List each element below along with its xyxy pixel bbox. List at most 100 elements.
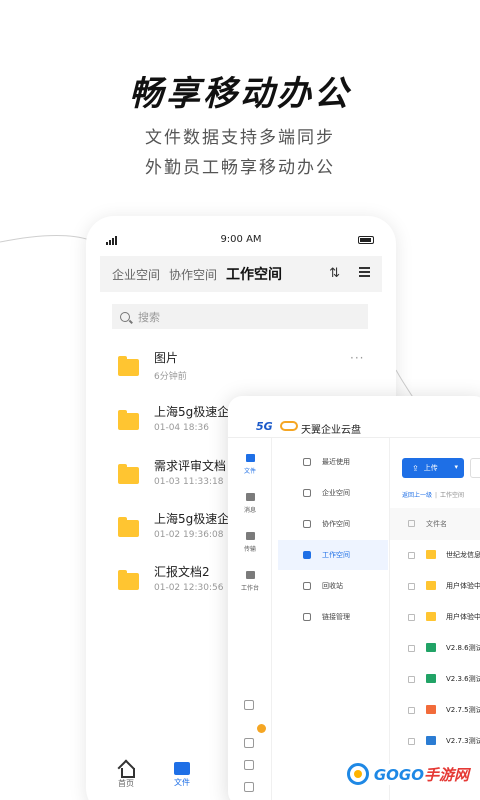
more-icon[interactable]: ··· (350, 351, 364, 365)
transfer-icon (245, 532, 255, 540)
sidebar-item-recent[interactable]: 最近使用 (278, 447, 388, 477)
file-browser: ⇪ 上传 ▾ 返回上一级 | 工作空间 文件名 世纪龙信息 用户体验中 用户体验中 (390, 438, 480, 800)
row-file-name: V2.3.6测试 (446, 675, 480, 683)
sidebar-item-workspace[interactable]: 工作空间 (278, 540, 388, 570)
nav-home-label: 首页 (118, 779, 134, 788)
rail-label: 消息 (243, 507, 256, 514)
table-row[interactable]: V2.3.6测试 (390, 664, 480, 695)
rail-item-messages[interactable]: 消息 (228, 493, 272, 514)
sidebar-item-trash[interactable]: 回收站 (278, 571, 388, 601)
chat-icon[interactable] (244, 738, 254, 748)
nav-files-label: 文件 (174, 778, 190, 787)
breadcrumb-back-link[interactable]: 返回上一级 (402, 492, 432, 499)
message-icon (245, 493, 255, 501)
breadcrumb-current: 工作空间 (440, 492, 465, 499)
menu-icon[interactable] (359, 267, 370, 277)
file-meta: 01-02 19:36:08 (154, 530, 224, 540)
table-row[interactable]: V2.7.3测试 (390, 726, 480, 757)
folder-icon (426, 612, 436, 621)
users-icon (303, 520, 311, 528)
file-meta: 01-03 11:33:18 (154, 477, 224, 487)
grid-icon (245, 571, 255, 579)
row-checkbox[interactable] (408, 614, 415, 621)
sidebar-item-label: 最近使用 (322, 458, 350, 466)
folder-icon (245, 454, 255, 462)
shield-icon (303, 489, 311, 497)
cloud-upload-icon[interactable] (244, 700, 254, 710)
row-checkbox[interactable] (408, 645, 415, 652)
select-all-checkbox[interactable] (408, 520, 415, 527)
search-icon (120, 311, 130, 322)
link-icon (303, 613, 311, 621)
settings-icon[interactable] (244, 782, 254, 792)
secondary-button[interactable] (470, 458, 480, 478)
clock-icon (303, 458, 311, 466)
file-name: 图片 (154, 351, 179, 365)
folder-icon (118, 570, 139, 590)
app-header: 5G 天翼企业云盘 (228, 396, 480, 438)
rail-item-transfer[interactable]: 传输 (228, 532, 272, 553)
tab-collab-space[interactable]: 协作空间 (169, 266, 217, 283)
chevron-down-icon: ▾ (454, 463, 458, 471)
sidebar-item-collab[interactable]: 协作空间 (278, 509, 388, 539)
row-file-name: 用户体验中 (446, 582, 480, 590)
rail-label: 工作台 (240, 585, 259, 592)
search-input[interactable]: 搜索 (112, 304, 368, 329)
row-checkbox[interactable] (408, 552, 415, 559)
folder-icon (118, 464, 139, 484)
row-checkbox[interactable] (408, 738, 415, 745)
table-header: 文件名 (390, 508, 480, 540)
table-row[interactable]: V2.7.5测试 (390, 695, 480, 726)
sidebar-menu: 最近使用 企业空间 协作空间 工作空间 回收站 链接管理 (278, 438, 390, 800)
file-name: 需求评审文档 (154, 459, 227, 473)
sort-icon[interactable]: ⇅ (329, 266, 340, 281)
home-icon (119, 762, 135, 778)
table-row[interactable]: 世纪龙信息 (390, 540, 480, 571)
sidebar-item-enterprise[interactable]: 企业空间 (278, 478, 388, 508)
upload-button[interactable]: ⇪ 上传 ▾ (402, 458, 464, 478)
battery-icon (358, 236, 374, 244)
folder-icon (118, 517, 139, 537)
table-row[interactable]: 用户体验中 (390, 602, 480, 633)
row-file-name: 用户体验中 (446, 613, 480, 621)
sun-icon[interactable] (257, 724, 266, 733)
watermark-brand: GOGO (373, 765, 424, 784)
row-file-name: V2.7.5测试 (446, 706, 480, 714)
watermark-text: GOGO手游网 (370, 763, 472, 785)
hero-subtitle-line2: 外勤员工畅享移动办公 (145, 158, 335, 178)
rail-item-files[interactable]: 文件 (228, 454, 272, 475)
file-meta: 01-04 18:36 (154, 423, 209, 433)
row-checkbox[interactable] (408, 583, 415, 590)
list-item[interactable]: 图片 6分钟前 ··· (116, 349, 376, 399)
row-file-name: V2.7.3测试 (446, 737, 480, 745)
nav-home[interactable]: 首页 (106, 762, 146, 789)
tab-work-space[interactable]: 工作空间 (226, 264, 282, 284)
nav-files[interactable]: 文件 (162, 762, 202, 788)
row-checkbox[interactable] (408, 676, 415, 683)
row-checkbox[interactable] (408, 707, 415, 714)
sidebar-item-label: 回收站 (322, 582, 343, 590)
sidebar-item-label: 链接管理 (322, 613, 350, 621)
bookmark-icon[interactable] (244, 760, 254, 770)
sidebar-item-links[interactable]: 链接管理 (278, 602, 388, 632)
cloud-logo-icon (280, 421, 298, 431)
table-row[interactable]: 用户体验中 (390, 571, 480, 602)
watermark-suffix: 手游网 (423, 765, 469, 784)
sidebar-item-label: 企业空间 (322, 489, 350, 497)
rail-item-workbench[interactable]: 工作台 (228, 571, 272, 592)
folder-icon (426, 581, 436, 590)
app-name: 天翼企业云盘 (301, 425, 361, 436)
file-meta: 01-02 12:30:56 (154, 583, 224, 593)
folder-icon (118, 410, 139, 430)
icon-rail: 文件 消息 传输 工作台 (228, 438, 272, 800)
file-meta: 6分钟前 (154, 372, 187, 382)
excel-file-icon (426, 674, 436, 683)
folder-icon (118, 356, 139, 376)
table-row[interactable]: V2.8.6测试 (390, 633, 480, 664)
drive-icon (303, 551, 311, 559)
search-placeholder: 搜索 (138, 310, 160, 324)
hero-title: 畅享移动办公 (129, 74, 351, 114)
watermark-logo: GOGO手游网 (346, 762, 472, 786)
files-icon (174, 762, 190, 775)
tab-enterprise-space[interactable]: 企业空间 (112, 266, 160, 283)
